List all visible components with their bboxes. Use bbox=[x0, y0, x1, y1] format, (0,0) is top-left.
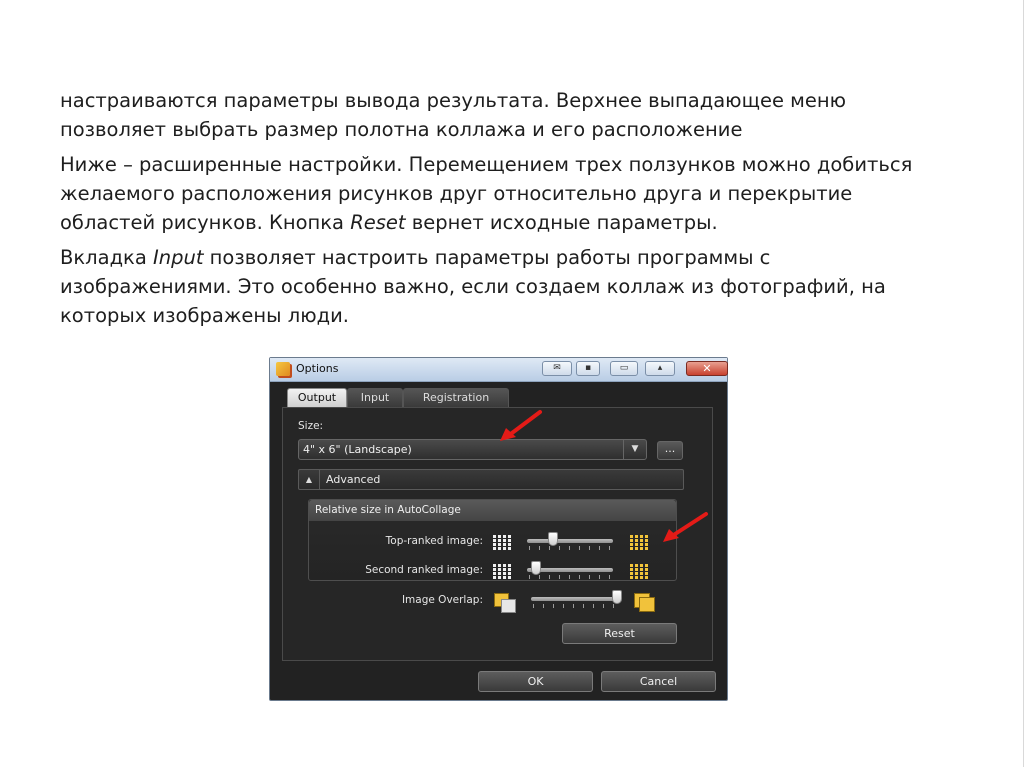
tab-input[interactable]: Input bbox=[347, 388, 403, 407]
slider-thumb[interactable] bbox=[547, 532, 558, 546]
second-ranked-label: Second ranked image: bbox=[365, 564, 483, 576]
options-dialog: Options ✉ ▪ ▭ ▴ ✕ Output Input Registrat… bbox=[269, 357, 728, 701]
reset-button[interactable]: Reset bbox=[562, 623, 677, 644]
autocollage-app-icon bbox=[276, 362, 290, 376]
small-grid-icon bbox=[493, 534, 511, 550]
close-button[interactable]: ✕ bbox=[686, 361, 728, 376]
slider-thumb[interactable] bbox=[612, 590, 623, 604]
tb-mail-icon[interactable]: ✉ bbox=[542, 361, 572, 376]
paragraph-input-text-start: Вкладка bbox=[60, 246, 153, 269]
chevron-down-icon[interactable]: ▼ bbox=[623, 440, 646, 459]
output-panel: Size: 4" x 6" (Landscape) ▼ ... ▲ Advanc… bbox=[282, 407, 713, 661]
large-grid-icon bbox=[630, 563, 648, 579]
browse-button[interactable]: ... bbox=[657, 441, 683, 460]
reset-term: Reset bbox=[350, 211, 406, 234]
overlap-label: Image Overlap: bbox=[401, 594, 483, 606]
tb-window-icon[interactable]: ▭ bbox=[610, 361, 638, 376]
large-grid-icon bbox=[630, 534, 648, 550]
slider-track bbox=[531, 597, 619, 601]
paragraph-output-settings: настраиваются параметры вывода результат… bbox=[60, 89, 847, 141]
relative-size-title: Relative size in AutoCollage bbox=[315, 504, 461, 516]
collapse-icon[interactable]: ▲ bbox=[299, 470, 320, 489]
paragraph-input-tab: Вкладка Input позволяет настроить параме… bbox=[60, 243, 940, 330]
dialog-title: Options bbox=[296, 362, 339, 375]
paragraph-advanced-settings: Ниже – расширенные настройки. Перемещени… bbox=[60, 150, 940, 237]
annotation-arrow-slider bbox=[663, 512, 708, 542]
advanced-label: Advanced bbox=[326, 473, 381, 486]
slider-thumb[interactable] bbox=[530, 561, 541, 575]
relative-size-header: Relative size in AutoCollage bbox=[309, 500, 676, 521]
dialog-titlebar[interactable]: Options ✉ ▪ ▭ ▴ ✕ bbox=[270, 358, 728, 382]
annotation-arrow-size bbox=[500, 410, 542, 441]
tab-output[interactable]: Output bbox=[287, 388, 347, 407]
cancel-button[interactable]: Cancel bbox=[601, 671, 716, 692]
advanced-section-header[interactable]: ▲ Advanced bbox=[298, 469, 684, 490]
tb-minimize-icon[interactable]: ▪ bbox=[576, 361, 600, 376]
slider-track bbox=[527, 539, 613, 543]
tab-registration[interactable]: Registration bbox=[403, 388, 509, 407]
tb-up-icon[interactable]: ▴ bbox=[645, 361, 675, 376]
small-overlap-icon bbox=[494, 593, 516, 613]
slider-ticks bbox=[533, 604, 617, 608]
small-grid-icon bbox=[493, 563, 511, 579]
large-overlap-icon bbox=[634, 593, 656, 612]
top-ranked-label: Top-ranked image: bbox=[385, 535, 483, 547]
size-value: 4" x 6" (Landscape) bbox=[303, 443, 412, 456]
ok-button[interactable]: OK bbox=[478, 671, 593, 692]
size-label: Size: bbox=[298, 420, 324, 432]
slider-ticks bbox=[529, 575, 611, 579]
paragraph-advanced-text-end: вернет исходные параметры. bbox=[405, 211, 718, 234]
slide-text: настраиваются параметры вывода результат… bbox=[60, 86, 940, 336]
size-dropdown[interactable]: 4" x 6" (Landscape) ▼ bbox=[298, 439, 647, 460]
input-term: Input bbox=[152, 246, 204, 269]
slider-ticks bbox=[529, 546, 611, 550]
